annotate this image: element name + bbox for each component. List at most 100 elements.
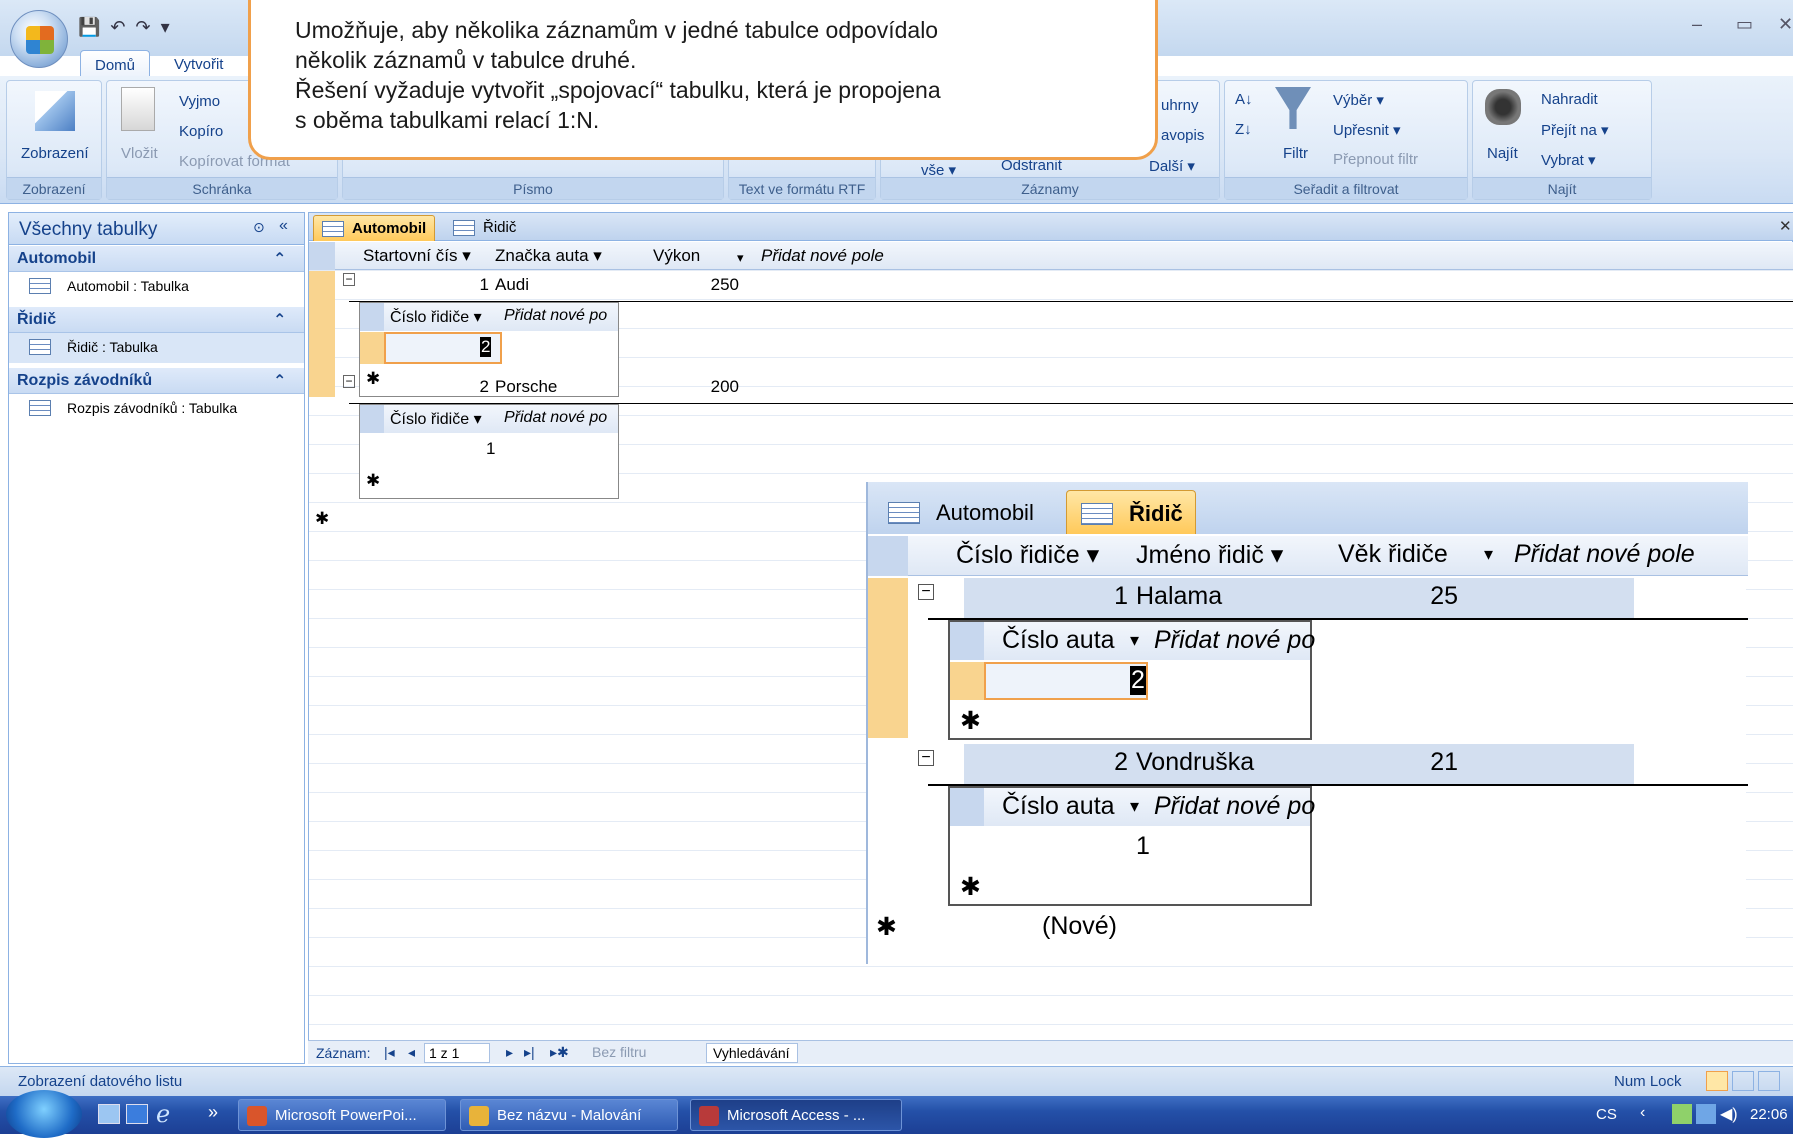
datasheet-view-icon[interactable] bbox=[1706, 1071, 1728, 1091]
spelling-button[interactable]: avopis bbox=[1161, 127, 1204, 144]
nav-group-automobil[interactable]: Automobil ⌃ bbox=[9, 246, 304, 272]
find-button[interactable]: Najít bbox=[1487, 145, 1518, 162]
zoom-cell-id[interactable]: 2 bbox=[1108, 748, 1128, 777]
language-indicator[interactable]: CS bbox=[1596, 1106, 1617, 1123]
nav-pane-header[interactable]: Všechny tabulky ⊙ « bbox=[9, 213, 304, 245]
collapse-icon[interactable]: − bbox=[918, 584, 934, 600]
nav-group-ridic[interactable]: Řidič ⌃ bbox=[9, 307, 304, 333]
redo-icon[interactable]: ↷ bbox=[136, 17, 151, 38]
replace-button[interactable]: Nahradit bbox=[1541, 91, 1598, 108]
zoom-sub-col-dropdown[interactable]: ▾ bbox=[1130, 630, 1139, 651]
nav-item-ridic[interactable]: Řidič : Tabulka bbox=[9, 333, 304, 363]
zoom-col-cislo[interactable]: Číslo řidiče ▾ bbox=[956, 540, 1099, 570]
zoom-col-vek[interactable]: Věk řidiče bbox=[1338, 540, 1448, 569]
col-header-znacka[interactable]: Značka auta ▾ bbox=[495, 246, 602, 266]
zoom-sub-add-field[interactable]: Přidat nové po bbox=[1154, 626, 1315, 655]
totals-button[interactable]: uhrny bbox=[1161, 97, 1199, 114]
nav-item-rozpis[interactable]: Rozpis závodníků : Tabulka bbox=[9, 394, 304, 424]
row-selector[interactable] bbox=[309, 271, 335, 397]
new-record-nav-icon[interactable]: ▸✱ bbox=[550, 1044, 569, 1061]
volume-icon[interactable]: ◀) bbox=[1720, 1104, 1738, 1124]
first-record-icon[interactable]: |◂ bbox=[384, 1044, 395, 1061]
record-position-input[interactable]: 1 z 1 bbox=[424, 1043, 490, 1063]
restore-button[interactable]: ▭ bbox=[1736, 14, 1753, 35]
sub-select-all[interactable] bbox=[360, 405, 384, 433]
close-doc-icon[interactable]: ✕ bbox=[1779, 217, 1792, 235]
zoom-sub-value[interactable]: 2 bbox=[1130, 666, 1146, 695]
collapse-icon[interactable]: − bbox=[343, 375, 355, 388]
sort-ascending-icon[interactable]: A↓ bbox=[1235, 91, 1253, 108]
sub-col-header[interactable]: Číslo řidiče ▾ bbox=[390, 307, 482, 327]
sub-select-all[interactable] bbox=[950, 622, 984, 660]
sub-select-all[interactable] bbox=[950, 788, 984, 826]
more-quicklaunch-icon[interactable]: » bbox=[208, 1102, 218, 1123]
select-button[interactable]: Vybrat ▾ bbox=[1541, 151, 1596, 169]
cell-id[interactable]: 1 bbox=[473, 275, 489, 295]
ie-icon[interactable]: ℯ bbox=[156, 1100, 170, 1129]
zoom-tab-ridic[interactable]: Řidič bbox=[1066, 490, 1196, 534]
zoom-select-all[interactable] bbox=[868, 536, 908, 576]
selection-button[interactable]: Výběr ▾ bbox=[1333, 91, 1384, 109]
zoom-sub-value[interactable]: 1 bbox=[1136, 832, 1150, 861]
prev-record-icon[interactable]: ◂ bbox=[408, 1044, 415, 1061]
col-header-add-field[interactable]: Přidat nové pole bbox=[761, 246, 884, 266]
zoom-col-add-field[interactable]: Přidat nové pole bbox=[1514, 540, 1695, 569]
nav-menu-icon[interactable]: ⊙ bbox=[253, 219, 265, 236]
sub-active-cell[interactable] bbox=[984, 662, 1148, 700]
zoom-cell-age[interactable]: 21 bbox=[1388, 748, 1458, 777]
zoom-col-vek-dropdown[interactable]: ▾ bbox=[1484, 544, 1493, 565]
close-button[interactable]: ✕ bbox=[1778, 14, 1793, 35]
doc-tab-automobil[interactable]: Automobil bbox=[313, 215, 436, 241]
cell-id[interactable]: 2 bbox=[473, 377, 489, 397]
collapse-icon[interactable]: − bbox=[343, 273, 355, 286]
pivot-table-view-icon[interactable] bbox=[1732, 1071, 1754, 1091]
undo-icon[interactable]: ↶ bbox=[110, 17, 125, 38]
toggle-filter-button[interactable]: Přepnout filtr bbox=[1333, 151, 1418, 168]
taskbar-powerpoint[interactable]: Microsoft PowerPoi... bbox=[238, 1099, 446, 1131]
start-button[interactable] bbox=[6, 1090, 82, 1138]
search-input[interactable]: Vyhledávání bbox=[706, 1043, 798, 1063]
cell-power[interactable]: 250 bbox=[679, 275, 739, 295]
show-desktop-icon[interactable] bbox=[98, 1104, 120, 1124]
advanced-filter-button[interactable]: Upřesnit ▾ bbox=[1333, 121, 1401, 139]
sub-col-add-field[interactable]: Přidat nové po bbox=[504, 307, 607, 325]
tray-app-icon[interactable] bbox=[1672, 1104, 1692, 1124]
sort-descending-icon[interactable]: Z↓ bbox=[1235, 121, 1252, 138]
sub-col-header[interactable]: Číslo řidiče ▾ bbox=[390, 409, 482, 429]
col-header-vykon[interactable]: Výkon bbox=[653, 246, 700, 266]
no-filter-button[interactable]: Bez filtru bbox=[592, 1044, 646, 1060]
zoom-col-jmeno[interactable]: Jméno řidič ▾ bbox=[1136, 540, 1283, 570]
office-button[interactable] bbox=[10, 10, 68, 68]
filter-button[interactable]: Filtr bbox=[1283, 145, 1308, 162]
network-icon[interactable] bbox=[1696, 1104, 1716, 1124]
cell-brand[interactable]: Audi bbox=[495, 275, 529, 295]
zoom-cell-name[interactable]: Vondruška bbox=[1136, 748, 1254, 777]
tray-collapse-icon[interactable]: ‹ bbox=[1640, 1104, 1645, 1122]
sub-row-selector[interactable] bbox=[950, 662, 984, 700]
select-all-box[interactable] bbox=[309, 242, 335, 270]
taskbar-paint[interactable]: Bez názvu - Malování bbox=[460, 1099, 678, 1131]
next-record-icon[interactable]: ▸ bbox=[506, 1044, 513, 1061]
sub-cell-value[interactable]: 1 bbox=[486, 439, 495, 459]
doc-tab-ridic[interactable]: Řidič bbox=[445, 215, 524, 241]
zoom-sub-col[interactable]: Číslo auta bbox=[1002, 626, 1115, 655]
pivot-chart-view-icon[interactable] bbox=[1758, 1071, 1780, 1091]
taskbar-access[interactable]: Microsoft Access - ... bbox=[690, 1099, 902, 1131]
zoom-cell-name[interactable]: Halama bbox=[1136, 582, 1222, 611]
zoom-sub-add-field[interactable]: Přidat nové po bbox=[1154, 792, 1315, 821]
view-button[interactable]: Zobrazení bbox=[21, 145, 89, 162]
copy-button[interactable]: Kopíro bbox=[179, 123, 223, 140]
more-button[interactable]: Další ▾ bbox=[1149, 157, 1195, 175]
nav-item-automobil[interactable]: Automobil : Tabulka bbox=[9, 272, 304, 302]
save-icon[interactable]: 💾 bbox=[78, 17, 100, 38]
zoom-sub-col-dropdown[interactable]: ▾ bbox=[1130, 796, 1139, 817]
customize-qat-icon[interactable]: ▾ bbox=[161, 17, 170, 38]
last-record-icon[interactable]: ▸| bbox=[524, 1044, 535, 1061]
cell-brand[interactable]: Porsche bbox=[495, 377, 557, 397]
collapse-pane-icon[interactable]: « bbox=[279, 217, 288, 235]
zoom-cell-age[interactable]: 25 bbox=[1388, 582, 1458, 611]
nav-group-rozpis[interactable]: Rozpis závodníků ⌃ bbox=[9, 368, 304, 394]
cut-button[interactable]: Vyjmo bbox=[179, 93, 220, 110]
zoom-tab-automobil[interactable]: Automobil bbox=[874, 490, 1046, 534]
paste-button[interactable]: Vložit bbox=[121, 145, 158, 162]
